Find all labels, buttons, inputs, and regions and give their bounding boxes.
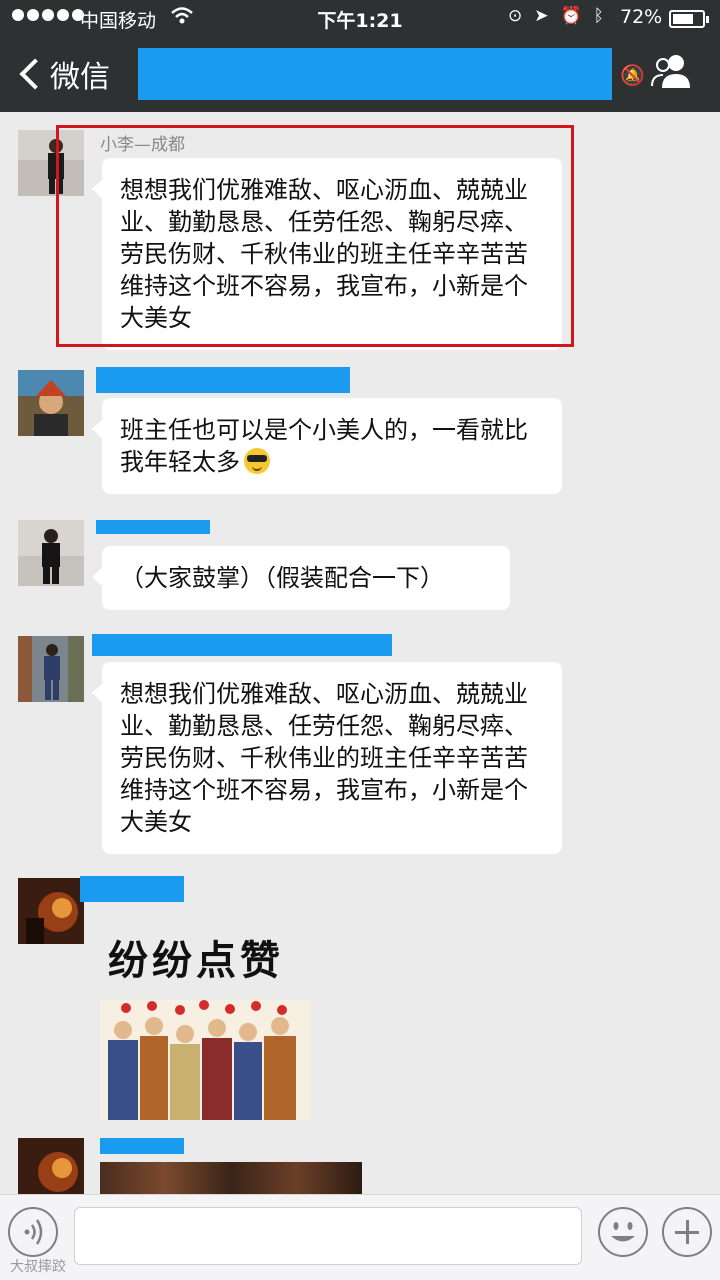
clapping-crowd-illustration xyxy=(100,1000,310,1120)
status-time: 下午1:21 xyxy=(317,10,403,32)
chat-title-redacted xyxy=(138,48,612,100)
sender-nickname-redacted xyxy=(100,1138,184,1154)
status-bar: 中国移动 下午1:21 ⊙ ➤ ⏰ ᛒ 72% xyxy=(0,0,720,36)
battery-percent: 72% xyxy=(620,6,663,28)
avatar[interactable] xyxy=(18,636,84,702)
message-input[interactable] xyxy=(74,1207,582,1265)
rotation-lock-icon: ⊙ xyxy=(508,6,523,26)
message-bubble[interactable]: 班主任也可以是个小美人的，一看就比我年轻太多 xyxy=(92,398,562,494)
battery-fill xyxy=(673,14,694,24)
location-icon: ➤ xyxy=(534,6,549,26)
sender-nickname-redacted xyxy=(80,876,184,902)
sticker-caption: 纷纷点赞 xyxy=(108,938,284,984)
avatar[interactable] xyxy=(18,520,84,586)
cool-sunglasses-emoji-icon xyxy=(244,448,270,474)
voice-input-button[interactable] xyxy=(8,1207,58,1257)
highlight-box xyxy=(56,125,574,347)
chat-input-bar xyxy=(0,1194,720,1280)
chevron-left-icon xyxy=(19,58,51,90)
back-button[interactable]: 微信 xyxy=(16,52,110,96)
avatar[interactable] xyxy=(18,878,84,944)
sender-nickname-redacted xyxy=(92,634,392,656)
image-message[interactable] xyxy=(100,1162,362,1196)
sender-nickname-redacted xyxy=(96,367,350,393)
voice-icon xyxy=(24,1219,43,1245)
avatar[interactable] xyxy=(18,1138,84,1194)
more-options-button[interactable] xyxy=(662,1207,712,1257)
group-members-icon[interactable] xyxy=(650,52,694,92)
avatar[interactable] xyxy=(18,370,84,436)
bluetooth-icon: ᛒ xyxy=(593,6,604,26)
alarm-icon: ⏰ xyxy=(560,6,582,26)
mute-icon: 🔕 xyxy=(620,63,645,87)
emoji-button[interactable] xyxy=(598,1207,648,1257)
message-bubble[interactable]: （大家鼓掌）（假装配合一下） xyxy=(92,546,510,610)
smiley-icon xyxy=(611,1222,635,1242)
battery-icon xyxy=(669,10,709,28)
chat-header: 微信 🔕 xyxy=(0,36,720,112)
message-bubble[interactable]: 想想我们优雅难敌、呕心沥血、兢兢业业、勤勤恳恳、任劳任怨、鞠躬尽瘁、劳民伤财、千… xyxy=(92,662,562,854)
message-text: 班主任也可以是个小美人的，一看就比我年轻太多 xyxy=(120,416,528,476)
back-label: 微信 xyxy=(50,60,110,95)
sticker-image[interactable]: 纷纷点赞 xyxy=(100,910,320,1120)
sender-nickname-redacted xyxy=(96,520,210,534)
watermark-text: 大叔摔跤 xyxy=(10,1259,66,1275)
